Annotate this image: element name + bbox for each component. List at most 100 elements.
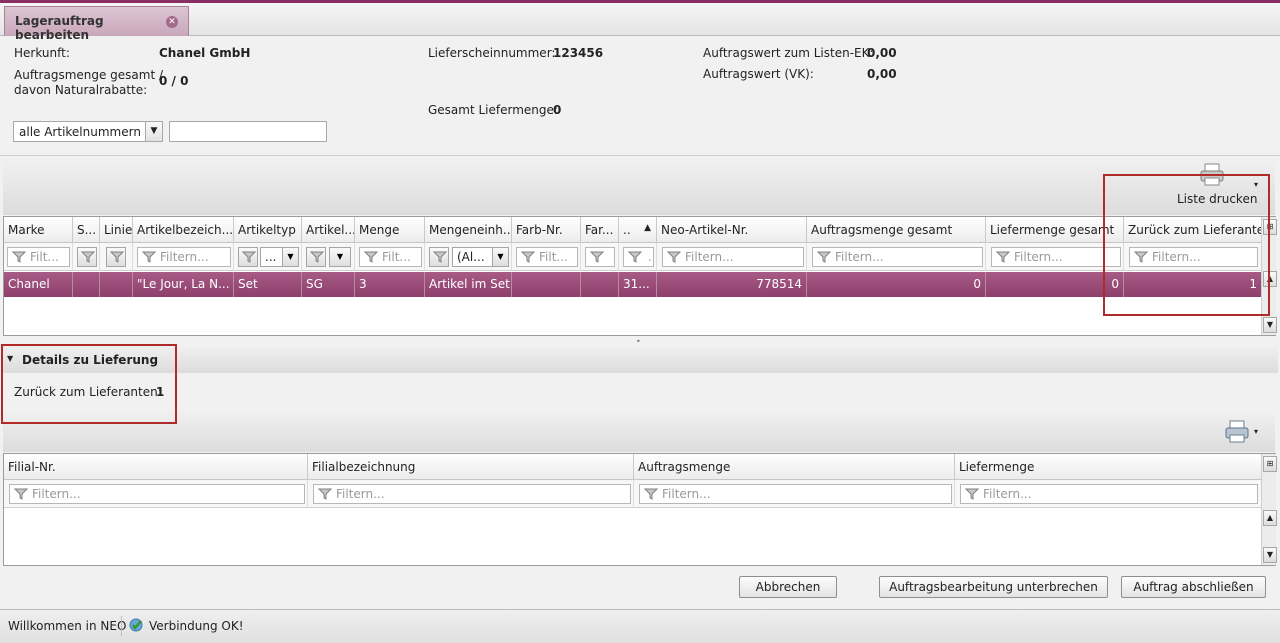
article-search-input[interactable] [169,121,327,142]
article-number-select[interactable]: alle Artikelnummern ▼ [13,121,163,142]
article-number-select-value: alle Artikelnummern [19,125,141,139]
auftragswert-vk-label: Auftragswert (VK): [703,67,814,81]
filter-artikelbezeichnung[interactable]: Filtern... [137,247,231,267]
cancel-button[interactable]: Abbrechen [739,576,837,598]
tab-lagerauftrag[interactable]: Lagerauftrag bearbeiten ✕ [4,6,189,42]
details-header[interactable] [3,346,1278,373]
filter-icon [364,251,378,263]
sort-asc-icon: ▲ [644,223,651,233]
branch-toolbar [3,412,1275,452]
status-welcome: Willkommen in NEO [8,619,127,633]
filter-mengeneinheit-select[interactable]: (Al... ▼ [452,247,509,267]
cell-neo-artikel-nr: 778514 [657,272,807,297]
col-header-auftragsmenge[interactable]: Auftragsmenge [634,454,955,480]
col-header-artikelbezeichnung[interactable]: Artikelbezeich... [133,217,234,243]
col-header-menge[interactable]: Menge [355,217,425,243]
branch-grid: Filial-Nr. Filialbezeichnung Auftragsmen… [3,453,1277,566]
filter-icon [667,251,681,263]
filter-liefermenge[interactable]: Filtern... [960,484,1258,504]
filter-menge[interactable]: Filt... [359,247,422,267]
filter-linie-button[interactable] [106,247,126,267]
cell-marke: Chanel [4,272,73,297]
filter-icon [996,251,1010,263]
chevron-down-icon[interactable]: ▼ [492,248,508,266]
cell-mengeneinheit: Artikel im Set [425,272,512,297]
status-connection: Verbindung OK! [149,619,244,633]
filter-artikel-select[interactable]: ▼ [329,247,351,267]
status-divider [121,616,122,636]
close-icon[interactable]: ✕ [166,16,178,28]
printer-icon[interactable] [1224,420,1252,444]
filter-icon [310,251,324,263]
filter-icon [590,251,604,263]
filter-sorted[interactable]: . [623,247,654,267]
auftragsmenge-value: 0 / 0 [159,74,189,88]
tab-title: Lagerauftrag bearbeiten [15,14,104,42]
col-header-farb-nr[interactable]: Farb-Nr. [512,217,581,243]
filter-farbe[interactable] [585,247,615,267]
filter-icon [142,251,156,263]
col-header-mengeneinheit[interactable]: Mengeneinh... [425,217,512,243]
filter-artikel-button[interactable] [306,247,326,267]
col-header-artikeltyp[interactable]: Artikeltyp [234,217,302,243]
col-header-auftragsmenge[interactable]: Auftragsmenge gesamt [807,217,986,243]
filter-filial-nr[interactable]: Filtern... [9,484,305,504]
filter-farb-nr[interactable]: Filt... [516,247,578,267]
filter-icon [965,488,979,500]
cell-artikel: SG [302,272,355,297]
auftragswert-ek-value: 0,00 [867,46,897,60]
herkunft-value: Chanel GmbH [159,46,251,60]
filter-auftragsmenge[interactable]: Filtern... [639,484,952,504]
filter-icon [110,251,124,263]
tab-bar: Lagerauftrag bearbeiten ✕ [0,0,1280,42]
col-header-filial-nr[interactable]: Filial-Nr. [4,454,308,480]
col-header-linie[interactable]: Linie [100,217,133,243]
grid-header-row: Marke S... Linie Artikelbezeich... Artik… [4,217,1262,243]
col-header-artikel[interactable]: Artikel... [302,217,355,243]
splitter-handle[interactable]: • [636,337,641,346]
col-header-sorted[interactable]: .. ▲ [619,217,657,243]
highlight-box-print [1103,174,1270,316]
col-header-marke[interactable]: Marke [4,217,73,243]
col-header-sorted-label: .. [623,223,631,237]
chevron-down-icon[interactable]: ▼ [145,122,162,141]
finish-order-button[interactable]: Auftrag abschließen [1121,576,1266,598]
chevron-down-icon[interactable]: ▼ [282,248,298,266]
gesamt-liefermenge-label: Gesamt Liefermenge: [428,103,558,117]
filter-marke[interactable]: Filt... [7,247,70,267]
filter-artikeltyp-button[interactable] [238,247,258,267]
filter-mengeneinheit-button[interactable] [429,247,449,267]
auftragswert-vk-value: 0,00 [867,67,897,81]
col-header-filialbezeichnung[interactable]: Filialbezeichnung [308,454,634,480]
table-row[interactable]: Chanel "Le Jour, La N... Set SG 3 Artike… [4,272,1262,297]
highlight-box-details [1,344,177,424]
lieferschein-value: 123456 [553,46,604,60]
filter-icon [14,488,28,500]
filter-s-button[interactable] [77,247,97,267]
interrupt-button[interactable]: Auftragsbearbeitung unterbrechen [879,576,1108,598]
grid-scrollbar[interactable]: ⊞ ▲ ▼ [1261,454,1277,565]
auftragsmenge-label-1: Auftragsmenge gesamt / [14,68,164,82]
cell-farb-nr [512,272,581,297]
column-chooser-icon[interactable]: ⊞ [1263,456,1277,472]
col-header-s[interactable]: S... [73,217,100,243]
filter-neo-artikel-nr[interactable]: Filtern... [662,247,804,267]
order-grid: Marke S... Linie Artikelbezeich... Artik… [3,216,1277,336]
filter-icon [318,488,332,500]
col-header-neo-artikel-nr[interactable]: Neo-Artikel-Nr. [657,217,807,243]
filter-liefermenge[interactable]: Filtern... [991,247,1121,267]
chevron-down-icon[interactable]: ▼ [330,248,350,266]
filter-filialbezeichnung[interactable]: Filtern... [313,484,631,504]
status-bar: Willkommen in NEO Verbindung OK! [0,609,1280,643]
scroll-up-icon[interactable]: ▲ [1263,510,1277,526]
cell-artikelbezeichnung: "Le Jour, La N... [133,272,234,297]
filter-artikeltyp-select[interactable]: ... ▼ [260,247,299,267]
scroll-down-icon[interactable]: ▼ [1263,317,1277,333]
filter-auftragsmenge[interactable]: Filtern... [812,247,983,267]
chevron-down-icon[interactable]: ▾ [1254,427,1258,436]
col-header-farbe[interactable]: Far... [581,217,619,243]
col-header-liefermenge[interactable]: Liefermenge [955,454,1262,480]
grid-header-row: Filial-Nr. Filialbezeichnung Auftragsmen… [4,454,1262,480]
grid-filter-row: Filtern... Filtern... Filtern... Filtern… [4,480,1262,508]
scroll-down-icon[interactable]: ▼ [1263,547,1277,563]
